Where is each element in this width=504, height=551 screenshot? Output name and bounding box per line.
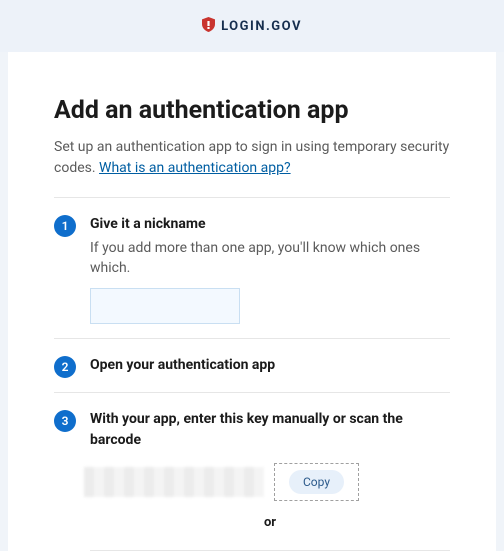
key-row: Copy: [84, 463, 450, 501]
step-body: Open your authentication app: [90, 355, 450, 376]
header: LOGIN.GOV: [0, 0, 504, 52]
step-2: 2 Open your authentication app: [54, 339, 450, 393]
step-title: With your app, enter this key manually o…: [90, 409, 450, 451]
step-body: With your app, enter this key manually o…: [90, 409, 450, 536]
nickname-input[interactable]: [90, 288, 240, 324]
step-number: 2: [54, 356, 76, 378]
step-3: 3 With your app, enter this key manually…: [54, 393, 450, 550]
copy-button[interactable]: Copy: [289, 470, 344, 494]
step-body: Give it a nickname If you add more than …: [90, 214, 450, 324]
secret-key-obscured: [84, 467, 264, 497]
or-label: or: [90, 515, 450, 530]
step-number: 1: [54, 215, 76, 237]
page-title: Add an authentication app: [54, 96, 450, 125]
shield-icon: [202, 17, 215, 36]
step-title: Open your authentication app: [90, 355, 450, 376]
brand-name: LOGIN.GOV: [221, 19, 302, 34]
step-desc: If you add more than one app, you'll kno…: [90, 239, 450, 278]
copy-wrap: Copy: [274, 463, 359, 501]
what-is-auth-app-link[interactable]: What is an authentication app?: [99, 160, 291, 176]
step-number: 3: [54, 410, 76, 432]
main-card: Add an authentication app Set up an auth…: [8, 52, 496, 551]
page-subtext: Set up an authentication app to sign in …: [54, 137, 450, 179]
step-title: Give it a nickname: [90, 214, 450, 235]
step-1: 1 Give it a nickname If you add more tha…: [54, 198, 450, 339]
